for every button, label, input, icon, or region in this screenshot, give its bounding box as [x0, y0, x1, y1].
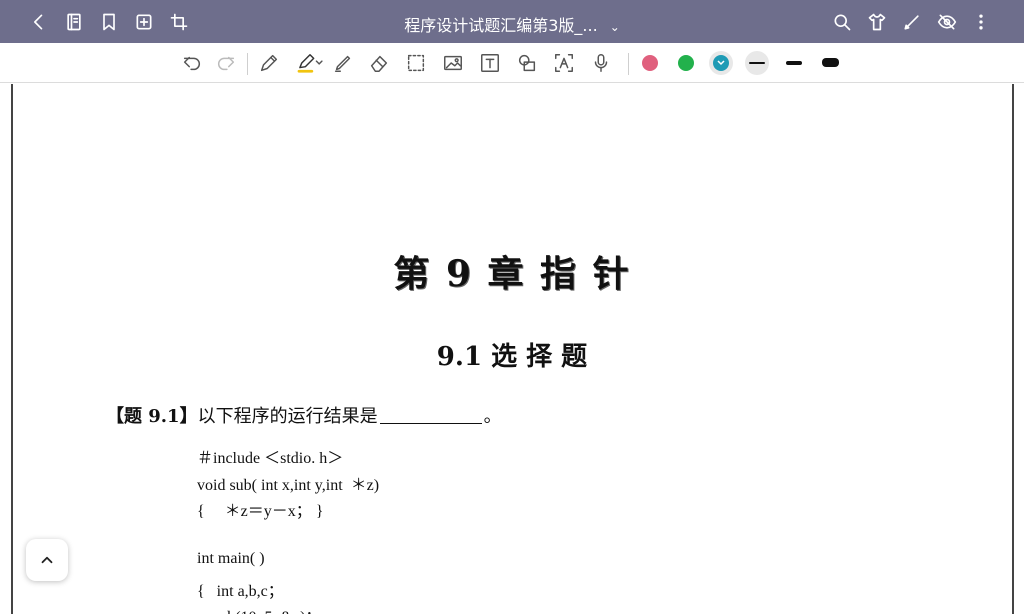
code-line: { ＊z＝y－x； } — [197, 503, 324, 520]
hide-annotations-icon[interactable] — [932, 7, 962, 37]
pencil-icon[interactable] — [256, 51, 282, 75]
search-icon[interactable] — [827, 7, 857, 37]
image-icon[interactable] — [440, 51, 466, 75]
text-box-icon[interactable] — [477, 51, 503, 75]
color-swatch-pink[interactable] — [642, 55, 658, 71]
scroll-to-top-button[interactable] — [26, 539, 68, 581]
code-line: { int a,b,c； — [197, 583, 284, 600]
shirt-theme-icon[interactable] — [862, 7, 892, 37]
redo-icon[interactable] — [213, 51, 239, 75]
eraser-icon[interactable] — [366, 51, 392, 75]
stroke-width-thick[interactable] — [822, 58, 839, 67]
microphone-icon[interactable] — [588, 51, 614, 75]
lasso-select-icon[interactable] — [403, 51, 429, 75]
stroke-width-medium[interactable] — [786, 61, 802, 65]
chevron-up-icon — [41, 556, 53, 564]
toolbar-divider — [628, 53, 629, 75]
question-end: 。 — [483, 406, 502, 427]
document-title-text[interactable]: 程序设计试题汇编第3版_... — [404, 16, 597, 35]
marker-icon[interactable] — [330, 51, 356, 75]
question-label: 【题 9.1】 — [106, 406, 198, 427]
undo-icon[interactable] — [179, 51, 205, 75]
chevron-down-icon[interactable]: ⌄ — [610, 20, 620, 34]
question-line: 【题 9.1】以下程序的运行结果是 。 — [106, 402, 502, 428]
top-app-bar: 程序设计试题汇编第3版_... ⌄ — [0, 0, 1024, 43]
code-line: int main( ) — [197, 550, 265, 567]
annotation-toolbar — [0, 43, 1024, 83]
chevron-down-icon — [717, 60, 725, 66]
answer-blank — [379, 423, 482, 424]
ocr-text-icon[interactable] — [551, 51, 577, 75]
pen-icon[interactable] — [897, 7, 927, 37]
highlighter-icon[interactable] — [293, 51, 327, 75]
stroke-width-thin[interactable] — [749, 62, 765, 64]
color-swatch-green[interactable] — [678, 55, 694, 71]
question-text: 以下程序的运行结果是 — [197, 406, 378, 427]
code-line: sub(10, 5, &a)； — [197, 603, 321, 614]
code-line: void sub( int x,int y,int ＊z) — [197, 477, 380, 494]
section-title: 9.1 选 择 题 — [436, 342, 588, 372]
more-icon[interactable] — [966, 7, 996, 37]
code-line: ＃include ＜stdio. h＞ — [197, 450, 344, 467]
shape-icon[interactable] — [514, 51, 540, 75]
chapter-title: 第 9 章 指 针 — [393, 253, 631, 295]
toolbar-divider — [247, 53, 248, 75]
